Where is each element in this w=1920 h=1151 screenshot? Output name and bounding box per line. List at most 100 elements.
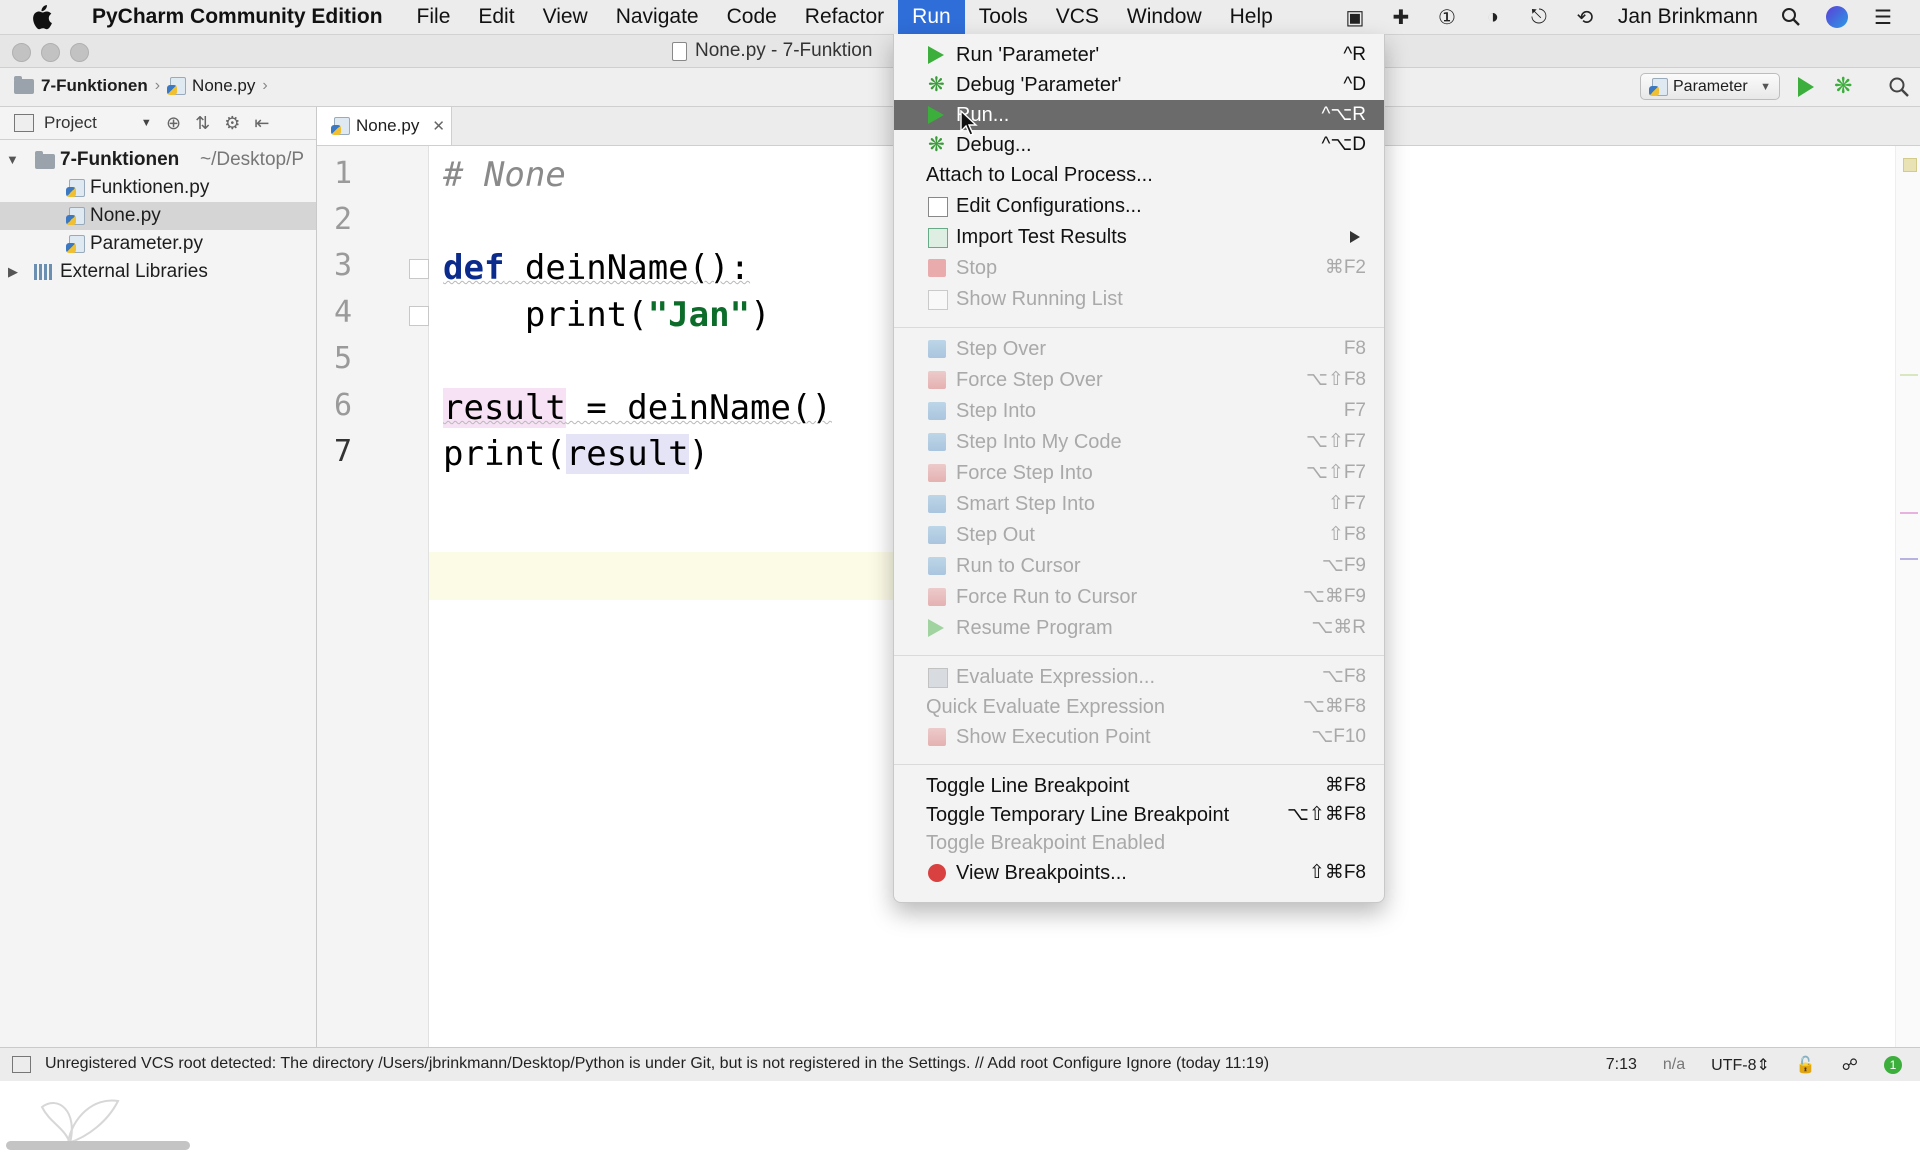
- close-window-button[interactable]: [12, 43, 31, 62]
- menu-refactor[interactable]: Refactor: [791, 0, 898, 34]
- time-machine-icon[interactable]: ⟲: [1572, 4, 1598, 30]
- editor-tab-none-py[interactable]: None.py ✕: [317, 107, 452, 145]
- spotlight-icon[interactable]: [1778, 4, 1804, 30]
- line-number: 7: [333, 434, 353, 469]
- menu-app-name[interactable]: PyCharm Community Edition: [78, 0, 397, 34]
- menu-vcs[interactable]: VCS: [1042, 0, 1113, 34]
- user-name[interactable]: Jan Brinkmann: [1618, 5, 1758, 29]
- menu-item-run-parameter[interactable]: Run 'Parameter' ^R: [894, 40, 1384, 70]
- menu-tools[interactable]: Tools: [965, 0, 1042, 34]
- chevron-right-icon: ›: [154, 77, 161, 94]
- search-everywhere-icon[interactable]: [1888, 76, 1910, 98]
- menu-item-show-running-list[interactable]: Show Running List: [894, 284, 1384, 314]
- code-line-4[interactable]: print("Jan"): [443, 292, 771, 338]
- line-separator-indicator[interactable]: n/a: [1663, 1056, 1685, 1074]
- tree-external-libraries[interactable]: ▶ External Libraries: [0, 258, 316, 286]
- gear-icon[interactable]: ⚙: [224, 113, 240, 134]
- menu-item-debug-parameter[interactable]: ❋ Debug 'Parameter' ^D: [894, 70, 1384, 100]
- menu-item-smart-step-into[interactable]: Smart Step Into ⇧F7: [894, 489, 1384, 519]
- menu-item-stop[interactable]: Stop ⌘F2: [894, 253, 1384, 283]
- menu-window[interactable]: Window: [1113, 0, 1216, 34]
- menu-separator: [894, 327, 1384, 328]
- menu-item-step-over[interactable]: Step Over F8: [894, 334, 1384, 364]
- bird-icon[interactable]: ◑: [1480, 4, 1506, 30]
- siri-icon[interactable]: [1824, 4, 1850, 30]
- expand-arrow-icon[interactable]: ▼: [6, 146, 19, 174]
- tool-window-toggle-icon[interactable]: [12, 1055, 31, 1073]
- menu-item-toggle-line-breakpoint[interactable]: Toggle Line Breakpoint ⌘F8: [894, 771, 1384, 801]
- apple-logo-icon[interactable]: [30, 5, 52, 30]
- menu-item-attach-process[interactable]: Attach to Local Process...: [894, 160, 1384, 190]
- code-line-3[interactable]: def deinName():: [443, 245, 750, 291]
- collapse-all-icon[interactable]: ⇅: [195, 113, 210, 134]
- run-configuration-selector[interactable]: Parameter ▼: [1640, 73, 1780, 100]
- stripe-mark[interactable]: [1900, 374, 1918, 376]
- menu-item-view-breakpoints[interactable]: View Breakpoints... ⇧⌘F8: [894, 858, 1384, 888]
- caret-position[interactable]: 7:13: [1606, 1056, 1637, 1074]
- event-log-icon[interactable]: 1: [1884, 1056, 1902, 1074]
- menu-item-show-execution-point[interactable]: Show Execution Point ⌥F10: [894, 722, 1384, 752]
- project-header-label[interactable]: Project: [44, 113, 97, 133]
- breadcrumb-project[interactable]: 7-Funktionen: [41, 76, 148, 96]
- tree-root-folder[interactable]: ▼ 7-Funktionen ~/Desktop/P: [0, 146, 316, 174]
- menu-item-run-to-cursor[interactable]: Run to Cursor ⌥F9: [894, 551, 1384, 581]
- 1password-icon[interactable]: ①: [1434, 4, 1460, 30]
- stripe-mark[interactable]: [1900, 558, 1918, 560]
- menu-item-force-step-into[interactable]: Force Step Into ⌥⇧F7: [894, 458, 1384, 488]
- lock-icon[interactable]: 🔓: [1796, 1055, 1816, 1075]
- debug-toolbar-button[interactable]: ❋: [1834, 75, 1852, 97]
- menu-code[interactable]: Code: [713, 0, 791, 34]
- chevron-down-icon: ▼: [1760, 80, 1771, 93]
- inspector-icon[interactable]: ☍: [1842, 1055, 1858, 1075]
- hide-panel-icon[interactable]: ⇤: [254, 113, 269, 134]
- menu-item-edit-configurations[interactable]: Edit Configurations...: [894, 191, 1384, 221]
- menu-item-import-test-results[interactable]: Import Test Results: [894, 222, 1384, 252]
- tree-file-none[interactable]: None.py: [0, 202, 316, 230]
- menu-item-quick-evaluate[interactable]: Quick Evaluate Expression ⌥⌘F8: [894, 692, 1384, 722]
- menu-item-shortcut: ^⌥D: [1321, 134, 1366, 155]
- code-line-7[interactable]: print(result): [443, 431, 709, 477]
- menu-item-step-into[interactable]: Step Into F7: [894, 396, 1384, 426]
- menu-item-toggle-temporary-breakpoint[interactable]: Toggle Temporary Line Breakpoint ⌥⇧⌘F8: [894, 800, 1384, 830]
- chevron-down-icon[interactable]: ▼: [141, 117, 152, 129]
- tab-label: None.py: [356, 116, 420, 135]
- file-encoding[interactable]: UTF-8⇕: [1711, 1055, 1770, 1075]
- menu-view[interactable]: View: [529, 0, 602, 34]
- menu-item-resume-program[interactable]: Resume Program ⌥⌘R: [894, 613, 1384, 643]
- collapse-arrow-icon[interactable]: ▶: [8, 258, 18, 286]
- menu-item-toggle-breakpoint-enabled[interactable]: Toggle Breakpoint Enabled: [894, 828, 1384, 858]
- fold-marker-icon[interactable]: [409, 306, 429, 326]
- breadcrumb-file[interactable]: None.py: [192, 76, 255, 96]
- result-usage: result: [565, 434, 689, 474]
- menu-item-force-run-to-cursor[interactable]: Force Run to Cursor ⌥⌘F9: [894, 582, 1384, 612]
- menu-item-step-out[interactable]: Step Out ⇧F8: [894, 520, 1384, 550]
- tree-file-funktionen[interactable]: Funktionen.py: [0, 174, 316, 202]
- tree-file-parameter[interactable]: Parameter.py: [0, 230, 316, 258]
- inspection-status-icon[interactable]: [1903, 158, 1917, 172]
- stripe-mark[interactable]: [1900, 512, 1918, 514]
- code-line-6[interactable]: result = deinName(): [443, 385, 832, 431]
- line-number: 6: [333, 388, 353, 423]
- close-tab-icon[interactable]: ✕: [432, 117, 445, 135]
- menu-file[interactable]: File: [403, 0, 465, 34]
- menu-edit[interactable]: Edit: [464, 0, 528, 34]
- zoom-window-button[interactable]: [70, 43, 89, 62]
- minimize-window-button[interactable]: [41, 43, 60, 62]
- menu-item-step-into-my-code[interactable]: Step Into My Code ⌥⇧F7: [894, 427, 1384, 457]
- fold-marker-icon[interactable]: [409, 259, 429, 279]
- bell-icon[interactable]: ⎋: [1526, 4, 1552, 30]
- run-toolbar-button[interactable]: [1798, 77, 1814, 97]
- menu-item-force-step-over[interactable]: Force Step Over ⌥⇧F8: [894, 365, 1384, 395]
- code-line-1[interactable]: # None: [443, 152, 566, 198]
- menu-run[interactable]: Run: [898, 0, 965, 34]
- notification-list-icon[interactable]: ☰: [1870, 4, 1896, 30]
- plus-cross-icon[interactable]: ✚: [1388, 4, 1414, 30]
- locate-file-icon[interactable]: ⊕: [166, 113, 181, 134]
- video-camera-icon[interactable]: ▣: [1342, 4, 1368, 30]
- line-number: 4: [333, 295, 353, 330]
- menu-help[interactable]: Help: [1216, 0, 1287, 34]
- menu-item-evaluate-expression[interactable]: Evaluate Expression... ⌥F8: [894, 662, 1384, 692]
- horizontal-scrollbar[interactable]: [6, 1141, 190, 1150]
- status-message[interactable]: Unregistered VCS root detected: The dire…: [45, 1055, 1269, 1073]
- menu-navigate[interactable]: Navigate: [602, 0, 713, 34]
